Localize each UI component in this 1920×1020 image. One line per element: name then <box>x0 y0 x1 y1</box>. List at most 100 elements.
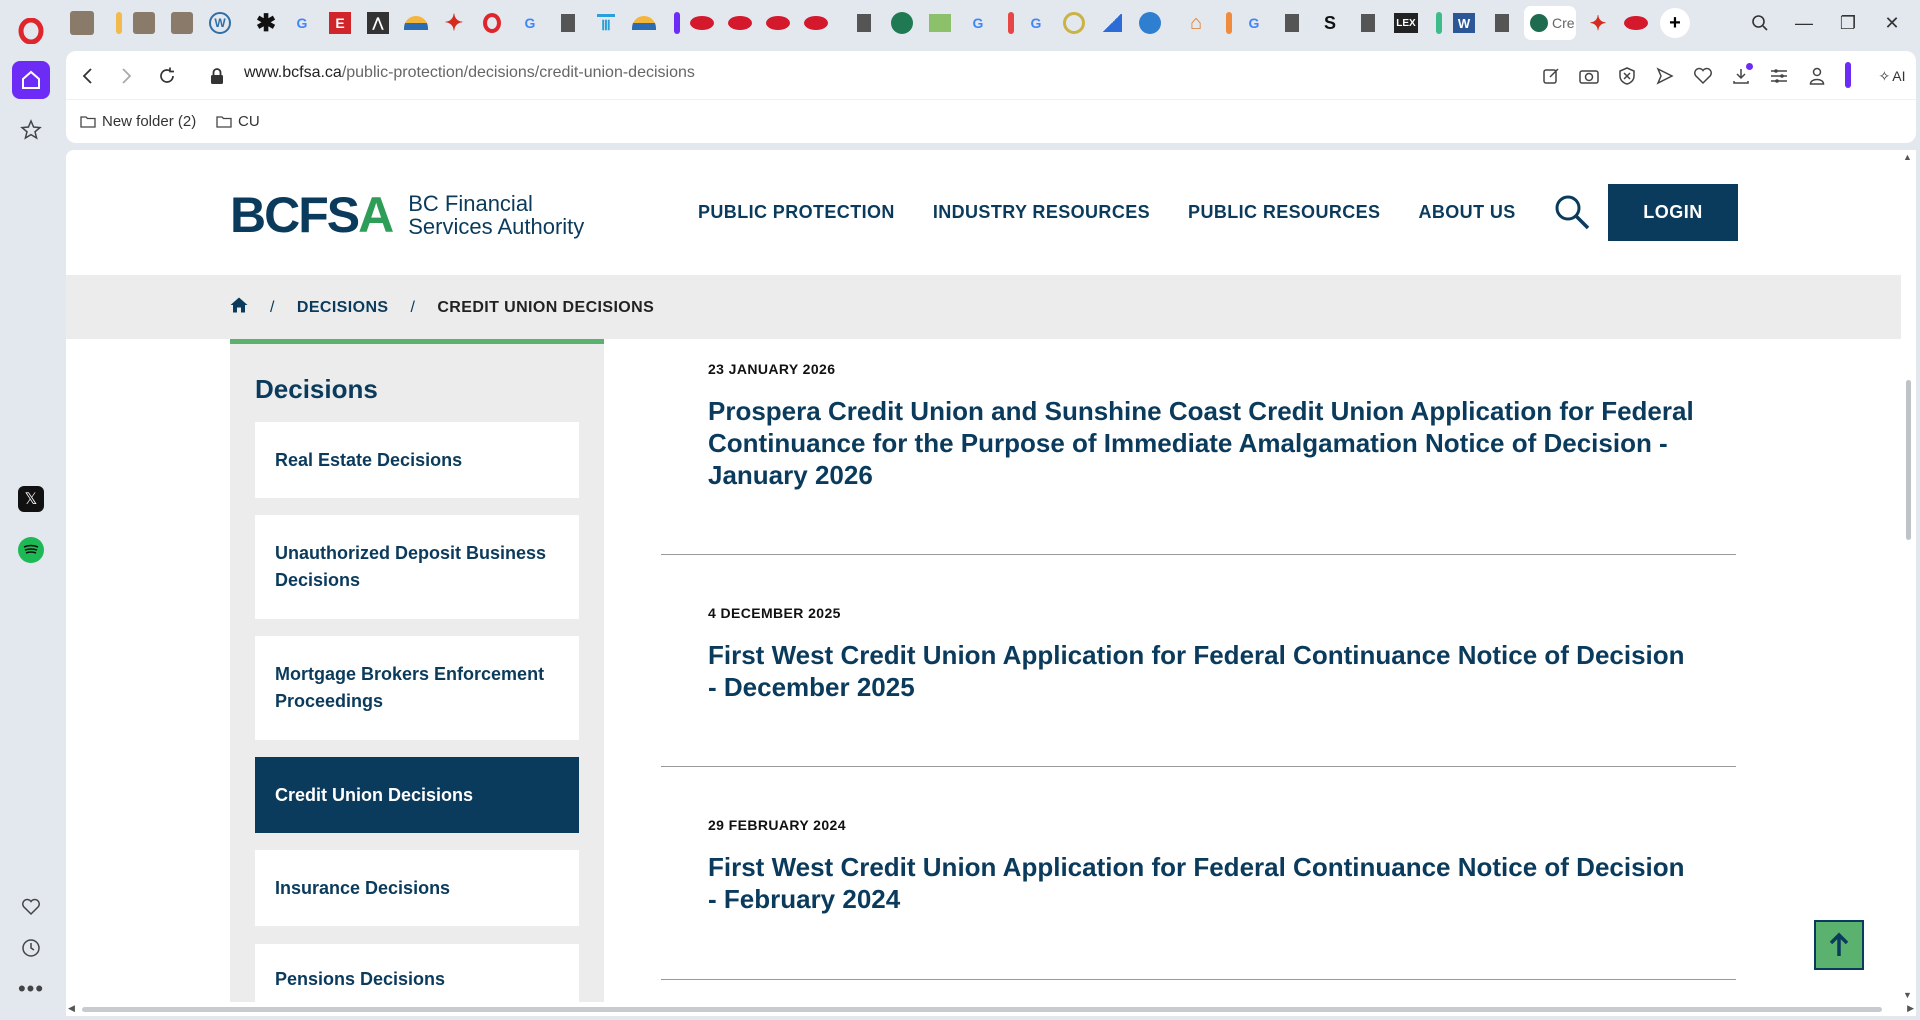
sidenav-item-insurance[interactable]: Insurance Decisions <box>255 850 579 926</box>
decision-title-link[interactable]: First West Credit Union Application for … <box>708 639 1698 703</box>
sidenav-item-pensions[interactable]: Pensions Decisions <box>255 944 579 1002</box>
bc-sun-icon[interactable] <box>628 6 660 40</box>
scroll-right-arrow-icon[interactable]: ▶ <box>1907 1003 1914 1014</box>
horizontal-scrollbar[interactable]: ◀ ▶ <box>66 1002 1916 1016</box>
home-icon[interactable] <box>12 61 50 99</box>
nav-public-resources[interactable]: PUBLIC RESOURCES <box>1188 202 1380 223</box>
document-icon[interactable] <box>1276 6 1308 40</box>
chart-green-icon[interactable] <box>924 6 956 40</box>
star-icon[interactable] <box>12 111 50 149</box>
forward-button[interactable] <box>114 63 140 89</box>
back-button[interactable] <box>74 63 100 89</box>
url-domain: www.bcfsa.ca <box>244 64 342 81</box>
bookmark-folder[interactable]: CU <box>216 113 260 130</box>
breadcrumb-separator: / <box>410 298 416 316</box>
breadcrumb-separator: / <box>270 298 275 316</box>
opera-icon[interactable] <box>476 6 508 40</box>
browser-sidebar: 𝕏 ••• <box>0 0 62 1020</box>
easy-setup-icon[interactable] <box>1766 63 1792 89</box>
bookmark-folder[interactable]: New folder (2) <box>80 113 196 130</box>
lex-icon[interactable]: LEX <box>1390 6 1422 40</box>
asterisk-icon[interactable]: ✱ <box>250 6 282 40</box>
bcfsa-logo[interactable]: BCFSA BC Financial Services Authority <box>230 186 584 244</box>
home-icon[interactable] <box>230 297 248 318</box>
camera-icon[interactable] <box>1576 63 1602 89</box>
tab-favicon-photo-icon[interactable] <box>128 6 160 40</box>
document-icon[interactable] <box>552 6 584 40</box>
close-window-button[interactable]: ✕ <box>1872 8 1912 38</box>
tab-active[interactable]: Cre <box>1524 6 1576 40</box>
site-search-icon[interactable] <box>1550 190 1594 234</box>
google-icon[interactable]: G <box>514 6 546 40</box>
document-icon[interactable] <box>1486 6 1518 40</box>
spotify-icon[interactable] <box>12 531 50 569</box>
google-icon[interactable]: G <box>286 6 318 40</box>
nav-public-protection[interactable]: PUBLIC PROTECTION <box>698 202 895 223</box>
heart-icon[interactable] <box>12 888 50 926</box>
word-icon[interactable]: W <box>1448 6 1480 40</box>
wordpress-icon[interactable]: W <box>204 6 236 40</box>
decision-title-link[interactable]: Prospera Credit Union and Sunshine Coast… <box>708 395 1698 491</box>
sidenav-item-real-estate[interactable]: Real Estate Decisions <box>255 422 579 498</box>
lock-icon[interactable] <box>204 63 230 89</box>
e-badge-icon[interactable]: E <box>324 6 356 40</box>
profile-icon[interactable] <box>1804 63 1830 89</box>
sidenav-item-mortgage-brokers[interactable]: Mortgage Brokers Enforcement Proceedings <box>255 636 579 740</box>
breadcrumb-decisions[interactable]: DECISIONS <box>297 299 389 317</box>
opera-logo-icon[interactable] <box>12 12 50 50</box>
maple-leaf-icon[interactable]: ✦ <box>438 6 470 40</box>
tab-favicon-photo-icon[interactable] <box>70 11 94 35</box>
bank-logo-icon[interactable] <box>800 6 832 40</box>
document-icon[interactable] <box>848 6 880 40</box>
vertical-scroll-thumb[interactable] <box>1906 380 1911 540</box>
sync-icon[interactable] <box>1134 6 1166 40</box>
globe-green-icon[interactable] <box>886 6 918 40</box>
send-icon[interactable] <box>1652 63 1678 89</box>
maple-leaf-icon[interactable]: ✦ <box>1582 6 1614 40</box>
back-to-top-button[interactable] <box>1814 920 1864 970</box>
google-icon[interactable]: G <box>1020 6 1052 40</box>
favorite-heart-icon[interactable] <box>1690 63 1716 89</box>
main-nav: PUBLIC PROTECTION INDUSTRY RESOURCES PUB… <box>698 202 1554 223</box>
mountain-icon[interactable]: ⋀ <box>362 6 394 40</box>
bank-logo-icon[interactable] <box>724 6 756 40</box>
s-logo-icon[interactable]: S <box>1314 6 1346 40</box>
scroll-left-arrow-icon[interactable]: ◀ <box>68 1003 75 1014</box>
horizontal-scroll-thumb[interactable] <box>82 1007 1882 1012</box>
bc-sun-icon[interactable] <box>400 6 432 40</box>
bank-logo-icon[interactable] <box>1620 6 1652 40</box>
nav-about-us[interactable]: ABOUT US <box>1418 202 1515 223</box>
compass-icon[interactable] <box>1058 6 1090 40</box>
bank-logo-icon[interactable] <box>686 6 718 40</box>
tab-favicon-photo-icon[interactable] <box>166 6 198 40</box>
decision-title-link[interactable]: First West Credit Union Application for … <box>708 851 1698 915</box>
restore-button[interactable]: ❐ <box>1828 8 1868 38</box>
download-icon[interactable] <box>1728 63 1754 89</box>
google-icon[interactable]: G <box>1238 6 1270 40</box>
bars-icon[interactable]: Ⅲ <box>590 6 622 40</box>
login-button[interactable]: LOGIN <box>1608 184 1738 241</box>
house-icon[interactable]: ⌂ <box>1180 6 1212 40</box>
reload-button[interactable] <box>154 63 180 89</box>
signal-bars-icon[interactable] <box>1096 6 1128 40</box>
scroll-up-arrow-icon[interactable]: ▲ <box>1903 152 1912 162</box>
scroll-down-arrow-icon[interactable]: ▼ <box>1903 990 1912 1000</box>
nav-industry-resources[interactable]: INDUSTRY RESOURCES <box>933 202 1150 223</box>
sidenav-item-unauthorized-deposit[interactable]: Unauthorized Deposit Business Decisions <box>255 515 579 619</box>
shield-block-icon[interactable] <box>1614 63 1640 89</box>
url-field[interactable]: www.bcfsa.ca/public-protection/decisions… <box>244 64 695 82</box>
bank-logo-icon[interactable] <box>762 6 794 40</box>
tab-search-icon[interactable] <box>1740 8 1780 38</box>
new-tab-button[interactable]: + <box>1660 8 1690 38</box>
google-icon[interactable]: G <box>962 6 994 40</box>
more-dots-icon[interactable]: ••• <box>12 970 50 1008</box>
ai-button[interactable]: ✧ AI <box>1870 63 1914 89</box>
minimize-button[interactable]: — <box>1784 8 1824 38</box>
sidenav-item-credit-union[interactable]: Credit Union Decisions <box>255 757 579 833</box>
history-clock-icon[interactable] <box>12 929 50 967</box>
document-icon[interactable] <box>1352 6 1384 40</box>
vertical-scrollbar[interactable]: ▲ ▼ <box>1901 150 1916 1002</box>
edit-icon[interactable] <box>1538 63 1564 89</box>
sidenav-title: Decisions <box>255 374 378 404</box>
x-twitter-icon[interactable]: 𝕏 <box>12 480 50 518</box>
